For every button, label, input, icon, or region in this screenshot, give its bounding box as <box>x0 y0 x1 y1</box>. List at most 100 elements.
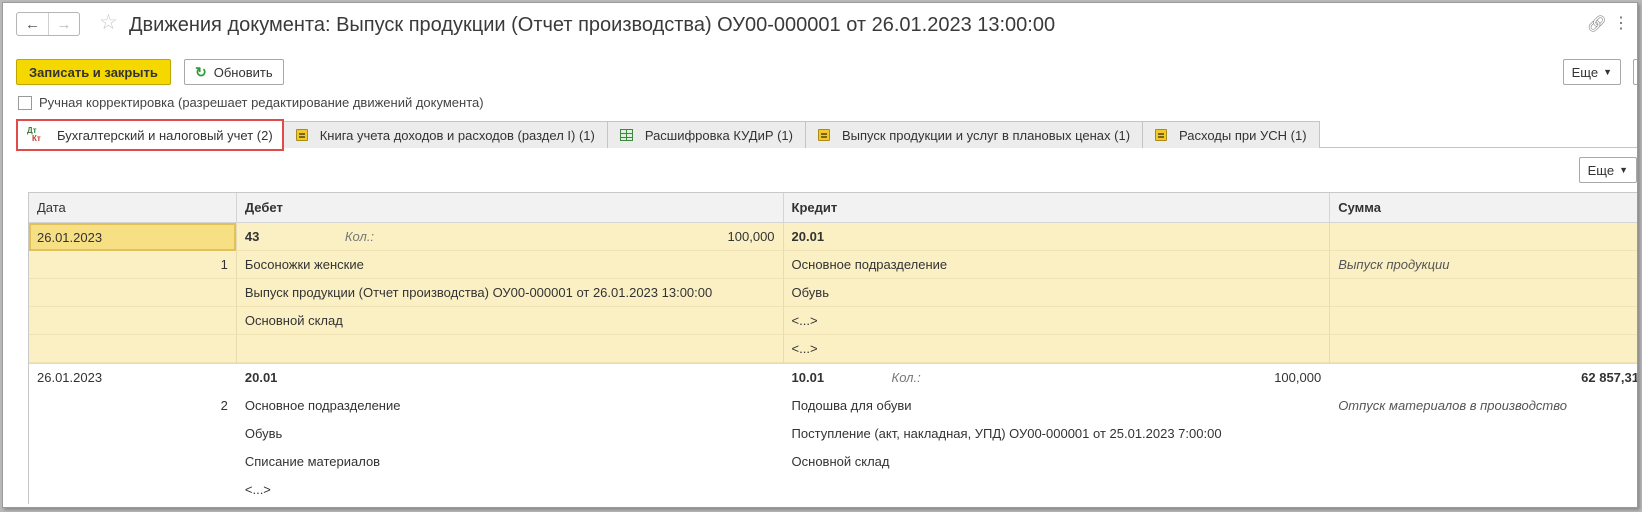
debet-column: 20.01 Основное подразделение Обувь Списа… <box>237 364 784 504</box>
empty-cell <box>1330 307 1637 335</box>
sum-column: 62 857,31 Отпуск материалов в производст… <box>1330 364 1637 504</box>
debet-qty: 100,000 <box>727 229 775 244</box>
dt-kt-icon: Дт Кт <box>27 126 41 143</box>
row-sum[interactable] <box>1330 223 1637 251</box>
more-label: Еще <box>1587 162 1615 178</box>
tab-accounting[interactable]: Дт Кт Бухгалтерский и налоговый учет (2) <box>16 119 284 151</box>
debet-subconto[interactable]: <...> <box>237 476 783 504</box>
tab-income-expense-book[interactable]: Книга учета доходов и расходов (раздел I… <box>283 121 608 148</box>
kredit-column: 20.01 Основное подразделение Обувь <...>… <box>783 223 1331 363</box>
tab-label: Расшифровка КУДиР (1) <box>644 127 793 143</box>
debet-subconto[interactable]: Обувь <box>237 420 783 448</box>
tab-label: Выпуск продукции и услуг в плановых цена… <box>842 127 1131 143</box>
kredit-account-cell[interactable]: 10.01 Кол.: 100,000 <box>784 364 1330 392</box>
refresh-button[interactable]: ↻ Обновить <box>184 59 284 85</box>
register-icon <box>295 129 308 141</box>
empty-cell <box>29 420 236 448</box>
kredit-column: 10.01 Кол.: 100,000 Подошва для обуви По… <box>784 364 1331 504</box>
empty-cell <box>1330 448 1637 476</box>
empty-cell <box>1330 279 1637 307</box>
column-header-kredit[interactable]: Кредит <box>784 193 1331 222</box>
row-date[interactable]: 26.01.2023 <box>29 364 236 392</box>
chevron-down-icon: ▼ <box>1619 165 1628 175</box>
edge-button[interactable] <box>1633 59 1637 85</box>
empty-cell <box>29 279 236 307</box>
debet-subconto[interactable]: Выпуск продукции (Отчет производства) ОУ… <box>236 279 783 307</box>
arrow-right-icon[interactable]: → <box>48 13 79 35</box>
empty-cell <box>784 476 1330 504</box>
tab-label: Расходы при УСН (1) <box>1179 127 1307 143</box>
tab-bar: Дт Кт Бухгалтерский и налоговый учет (2) … <box>16 119 1320 151</box>
table-row[interactable]: 26.01.2023 2 20.01 Основное подразделени… <box>29 364 1637 504</box>
movements-table: Дата Дебет Кредит Сумма 26.01.2023 1 43 … <box>28 192 1637 504</box>
page-title: Движения документа: Выпуск продукции (От… <box>129 14 1056 36</box>
arrow-left-icon[interactable]: ← <box>17 13 48 35</box>
kredit-subconto[interactable]: <...> <box>783 335 1330 363</box>
kredit-subconto[interactable]: Основной склад <box>784 448 1330 476</box>
kredit-subconto[interactable]: Поступление (акт, накладная, УПД) ОУ00-0… <box>784 420 1330 448</box>
nav-buttons: ← → <box>16 12 80 36</box>
empty-cell <box>1330 420 1637 448</box>
debet-account: 43 <box>244 229 260 244</box>
table-header: Дата Дебет Кредит Сумма <box>29 193 1637 223</box>
empty-cell <box>29 476 236 504</box>
empty-cell <box>29 448 236 476</box>
kredit-subconto[interactable]: <...> <box>783 307 1330 335</box>
debet-subconto[interactable]: Основной склад <box>236 307 783 335</box>
tab-kudir-details[interactable]: Расшифровка КУДиР (1) <box>607 121 806 148</box>
row-number: 2 <box>220 398 228 413</box>
empty-cell <box>29 335 236 363</box>
table-more-button[interactable]: Еще ▼ <box>1578 157 1637 183</box>
empty-cell <box>1330 335 1637 363</box>
column-header-date[interactable]: Дата <box>29 193 237 222</box>
table-icon <box>619 129 633 141</box>
kredit-subconto[interactable]: Основное подразделение <box>783 251 1330 279</box>
table-row[interactable]: 26.01.2023 1 43 Кол.: 100,000 Босоножки … <box>29 223 1637 363</box>
empty-cell <box>29 307 236 335</box>
row-content[interactable]: Отпуск материалов в производство <box>1330 392 1637 420</box>
date-column: 26.01.2023 2 <box>29 364 237 504</box>
refresh-label: Обновить <box>213 64 273 80</box>
row-sum[interactable]: 62 857,31 <box>1330 364 1637 392</box>
refresh-icon: ↻ <box>195 63 207 80</box>
row-number: 1 <box>29 251 236 279</box>
document-movements-window: ← → ☆ Движения документа: Выпуск продукц… <box>2 2 1638 508</box>
column-header-debet[interactable]: Дебет <box>237 193 784 222</box>
debet-subconto[interactable]: Списание материалов <box>237 448 783 476</box>
tab-label: Бухгалтерский и налоговый учет (2) <box>57 127 273 143</box>
empty-cell <box>1330 476 1637 504</box>
qty-label: Кол.: <box>344 229 375 244</box>
link-icon[interactable]: 🔗︎ <box>1587 14 1607 34</box>
debet-column: 43 Кол.: 100,000 Босоножки женские Выпус… <box>236 223 784 363</box>
register-icon <box>818 129 830 141</box>
tab-usn-expenses[interactable]: Расходы при УСН (1) <box>1143 121 1320 148</box>
manual-adjust-row: Ручная корректировка (разрешает редактир… <box>18 95 484 110</box>
kebab-icon[interactable]: ⋮ <box>1613 13 1629 33</box>
debet-account-cell[interactable]: 43 Кол.: 100,000 <box>236 223 783 251</box>
qty-label: Кол.: <box>891 370 921 385</box>
debet-subconto[interactable]: Босоножки женские <box>236 251 783 279</box>
more-button[interactable]: Еще ▼ <box>1562 59 1621 85</box>
row-content[interactable]: Выпуск продукции <box>1330 251 1637 279</box>
empty-cell <box>236 335 783 363</box>
date-column: 26.01.2023 1 <box>29 223 237 363</box>
sum-column: Выпуск продукции <box>1330 223 1637 363</box>
row-date[interactable]: 26.01.2023 <box>29 223 236 251</box>
star-icon[interactable]: ☆ <box>99 11 118 35</box>
register-icon <box>1155 129 1168 141</box>
more-label: Еще <box>1571 64 1599 80</box>
debet-subconto[interactable]: Основное подразделение <box>237 392 783 420</box>
kredit-subconto[interactable]: Подошва для обуви <box>784 392 1330 420</box>
debet-account[interactable]: 20.01 <box>237 364 783 392</box>
kredit-subconto[interactable]: Обувь <box>783 279 1330 307</box>
manual-adjust-checkbox[interactable] <box>18 95 32 110</box>
kredit-account: 10.01 <box>791 370 825 385</box>
column-header-sum[interactable]: Сумма <box>1330 193 1637 222</box>
tab-label: Книга учета доходов и расходов (раздел I… <box>319 127 595 143</box>
chevron-down-icon: ▼ <box>1603 67 1612 77</box>
tab-planned-prices[interactable]: Выпуск продукции и услуг в плановых цена… <box>806 121 1144 148</box>
save-and-close-button[interactable]: Записать и закрыть <box>16 59 171 85</box>
kredit-account[interactable]: 20.01 <box>783 223 1330 251</box>
kredit-qty: 100,000 <box>1274 370 1322 385</box>
manual-adjust-label[interactable]: Ручная корректировка (разрешает редактир… <box>39 95 484 110</box>
